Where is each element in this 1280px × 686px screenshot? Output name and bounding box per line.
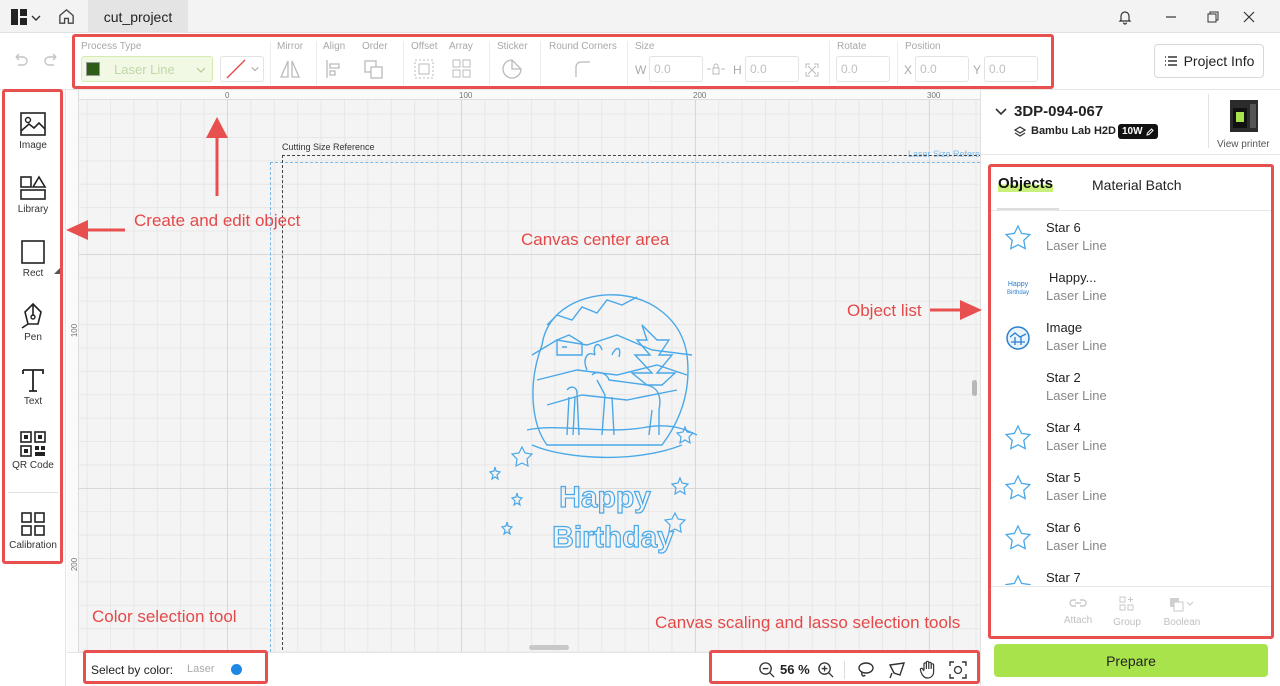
annotation-arrows [66,117,982,320]
arrow-left-icon [66,220,88,240]
annotation-canvas-scaling: Canvas scaling and lasso selection tools [655,613,961,632]
arrow-up-icon [206,117,228,138]
annotation-object-list: Object list [847,301,922,320]
arrow-right-icon [960,300,982,320]
annotation-canvas-center: Canvas center area [521,230,670,249]
annotation-color-selection: Color selection tool [92,607,237,626]
annotation-create-edit: Create and edit object [134,211,301,230]
